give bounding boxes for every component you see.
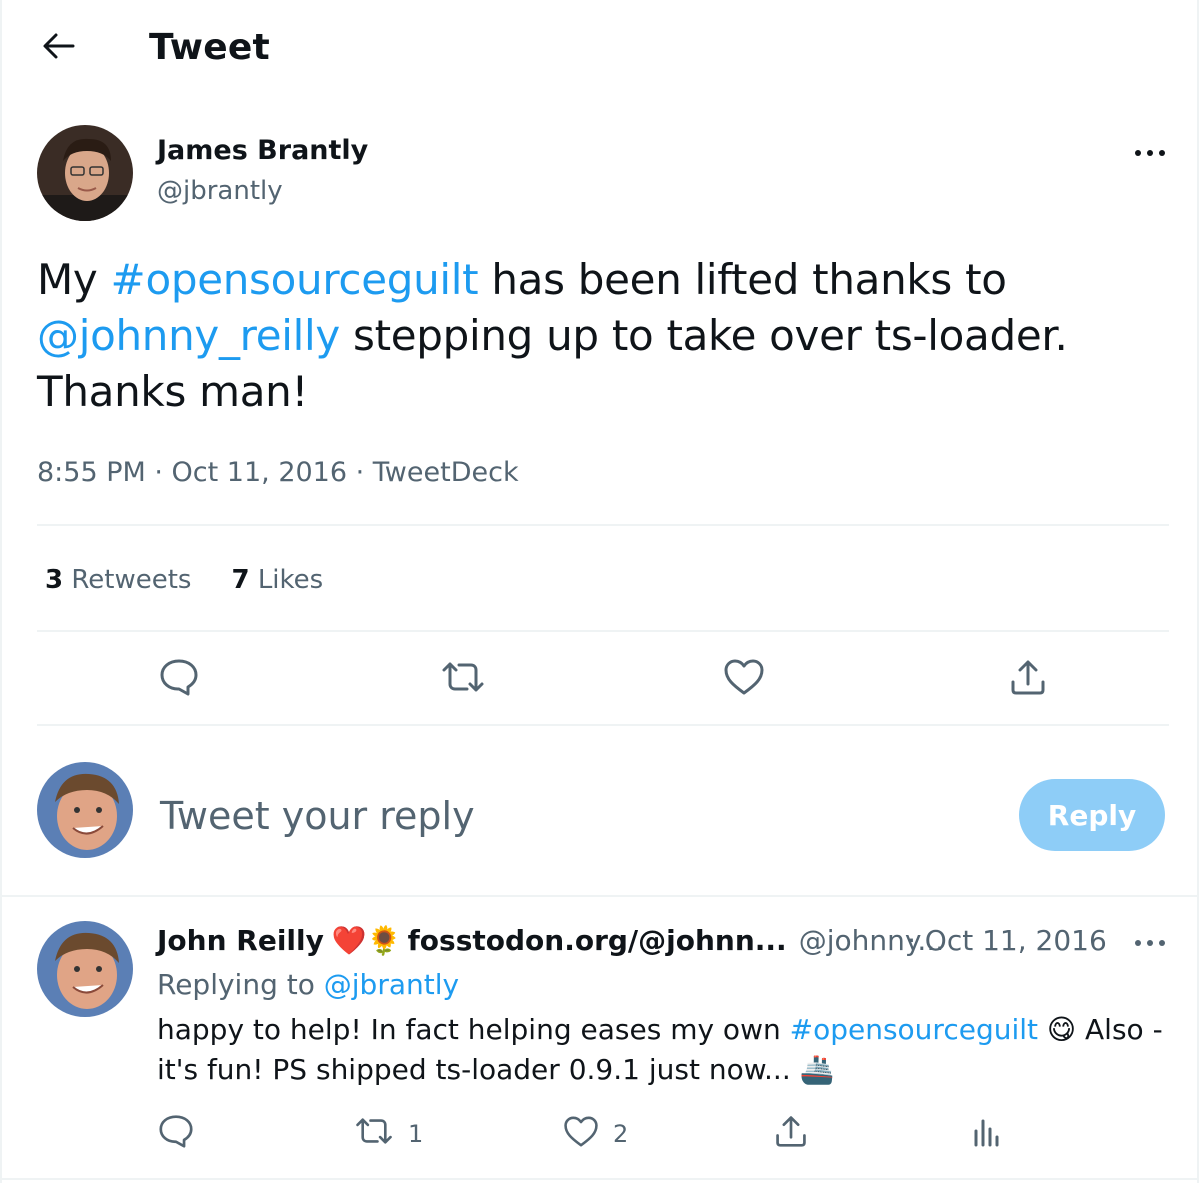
reply-retweet-count: 1 <box>408 1120 424 1148</box>
analytics-icon <box>972 1115 1002 1153</box>
like-button[interactable] <box>719 654 769 704</box>
current-user-avatar[interactable] <box>37 762 133 858</box>
divider <box>2 1178 1197 1180</box>
reply-retweet-button[interactable]: 1 <box>354 1114 423 1154</box>
reply-bubble-icon <box>159 658 199 700</box>
tweet-text-part: My <box>37 255 111 304</box>
ship-emoji: 🚢 <box>799 1053 835 1086</box>
tweet-meta: 8:55 PM · Oct 11, 2016 · TweetDeck <box>37 457 519 488</box>
divider <box>37 630 1169 632</box>
tweet-page: Tweet James Brantly @jbrantly My #openso… <box>0 0 1199 1183</box>
reply-reply-button[interactable] <box>158 1114 194 1154</box>
hashtag-link[interactable]: #opensourceguilt <box>111 255 479 304</box>
reply-date[interactable]: · Oct 11, 2016 <box>907 922 1107 960</box>
reply-share-button[interactable] <box>774 1114 808 1154</box>
author-avatar[interactable] <box>37 125 133 221</box>
tweet-text: My #opensourceguilt has been lifted than… <box>37 252 1157 420</box>
reply-author-avatar[interactable] <box>37 921 133 1017</box>
retweet-count: 3 <box>45 565 64 595</box>
like-count: 7 <box>231 565 250 595</box>
reply-author-name[interactable]: John Reilly <box>157 922 324 960</box>
heart-icon <box>723 658 765 700</box>
replying-to: Replying to @jbrantly <box>157 966 459 1004</box>
page-title: Tweet <box>149 27 270 68</box>
retweet-label: Retweets <box>71 565 192 595</box>
name-emojis: ❤️🌻 <box>331 924 402 957</box>
tweet-stats: 3 Retweets 7 Likes <box>45 562 323 598</box>
heart-icon <box>563 1115 599 1154</box>
reply-hashtag-link[interactable]: #opensourceguilt <box>790 1013 1038 1046</box>
mention-link[interactable]: @johnny_reilly <box>37 311 340 360</box>
author-handle[interactable]: @jbrantly <box>157 174 283 208</box>
arrow-left-icon <box>41 31 75 65</box>
reply-text-part: happy to help! In fact helping eases my … <box>157 1013 790 1046</box>
reply-submit-button[interactable]: Reply <box>1019 779 1165 851</box>
reply-more-button[interactable] <box>1130 924 1170 958</box>
back-button[interactable] <box>32 28 84 68</box>
reply-like-count: 2 <box>613 1120 629 1148</box>
reply-header: John Reilly ❤️🌻 fosstodon.org/@johnn... … <box>157 922 944 960</box>
reply-bubble-icon <box>158 1114 194 1154</box>
replying-prefix: Replying to <box>157 968 324 1001</box>
tweet-text-part: has been lifted thanks to <box>478 255 1007 304</box>
reply-button[interactable] <box>154 654 204 704</box>
retweet-button[interactable] <box>436 654 490 704</box>
reply-analytics-button[interactable] <box>972 1114 1002 1154</box>
share-icon <box>774 1114 808 1154</box>
divider <box>37 524 1169 526</box>
divider <box>2 895 1197 897</box>
retweet-icon <box>440 660 486 698</box>
reply-text: happy to help! In fact helping eases my … <box>157 1010 1177 1090</box>
like-label: Likes <box>257 565 324 595</box>
author-name[interactable]: James Brantly <box>157 134 368 168</box>
share-icon <box>1009 658 1047 700</box>
yum-emoji: 😋 <box>1046 1013 1077 1046</box>
replying-to-mention[interactable]: @jbrantly <box>324 968 459 1001</box>
more-dots-icon <box>1134 932 1166 951</box>
reply-input[interactable]: Tweet your reply <box>160 792 475 840</box>
reply-author-site[interactable]: fosstodon.org/@johnn... <box>408 922 787 960</box>
likes-stat[interactable]: 7 Likes <box>231 562 323 598</box>
share-button[interactable] <box>1003 654 1053 704</box>
tweet-more-button[interactable] <box>1130 134 1170 168</box>
divider <box>37 724 1169 726</box>
retweet-icon <box>354 1116 394 1152</box>
more-dots-icon <box>1134 142 1166 161</box>
retweets-stat[interactable]: 3 Retweets <box>45 562 191 598</box>
reply-like-button[interactable]: 2 <box>563 1114 628 1154</box>
